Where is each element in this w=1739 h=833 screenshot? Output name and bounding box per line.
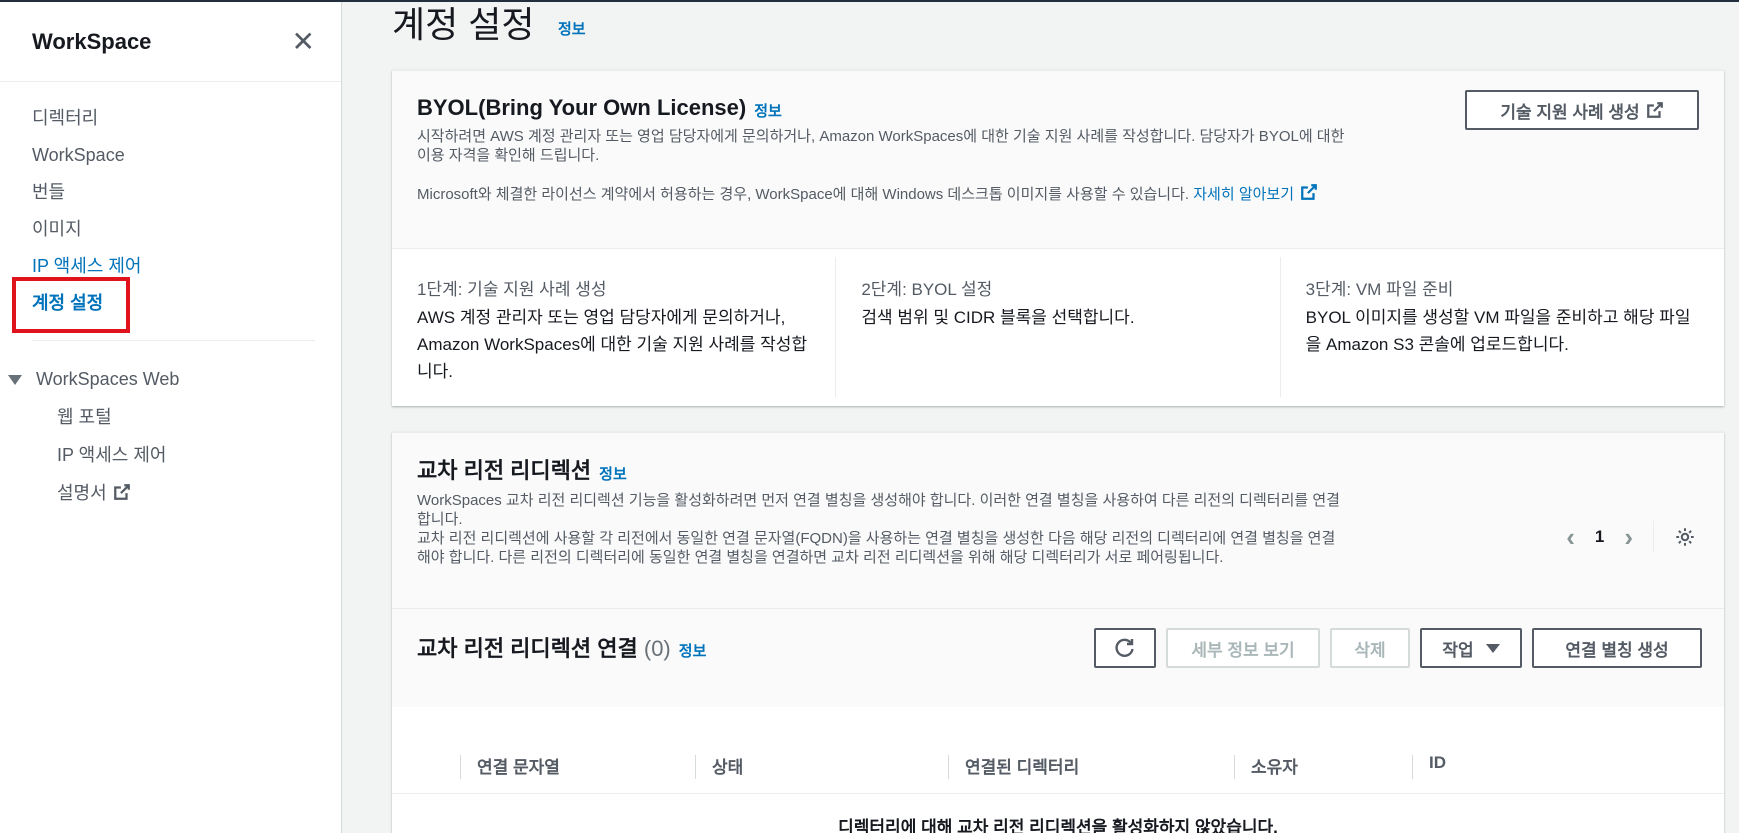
sidebar-title[interactable]: WorkSpace — [32, 29, 151, 55]
page-title: 계정 설정 — [392, 4, 535, 45]
byol-header: BYOL(Bring Your Own License) 정보 시작하려면 AWS… — [392, 71, 1724, 249]
pagination: ‹ 1 › — [1566, 521, 1696, 553]
step-3: 3단계: VM 파일 준비 BYOL 이미지를 생성할 VM 파일을 준비하고 … — [1281, 257, 1724, 397]
byol-card: BYOL(Bring Your Own License) 정보 시작하려면 AWS… — [392, 70, 1724, 406]
create-connection-alias-button[interactable]: 연결 별칭 생성 — [1532, 628, 1702, 668]
redirect-desc-2: 교차 리전 리디렉션에 사용할 각 리전에서 동일한 연결 문자열(FQDN)을… — [417, 530, 1336, 566]
actions-dropdown[interactable]: 작업 — [1420, 628, 1522, 668]
documentation-label: 설명서 — [57, 483, 107, 503]
redirect-title: 교차 리전 리디렉션 — [417, 458, 592, 483]
column-status[interactable]: 상태 — [687, 753, 743, 778]
connections-info-link[interactable]: 정보 — [679, 643, 707, 660]
sidebar-item-workspace[interactable]: WorkSpace — [0, 137, 341, 174]
column-owner[interactable]: 소유자 — [1226, 753, 1298, 778]
table-header: 연결 문자열 상태 연결된 디렉터리 소유자 ID — [392, 745, 1724, 785]
chevron-right-icon[interactable]: › — [1624, 522, 1633, 553]
connections-count: (0) — [643, 636, 671, 661]
current-page[interactable]: 1 — [1595, 527, 1604, 547]
sidebar-section-label: WorkSpaces Web — [36, 369, 180, 389]
delete-button[interactable]: 삭제 — [1330, 628, 1410, 668]
actions-label: 작업 — [1442, 640, 1474, 660]
redirect-description: WorkSpaces 교차 리전 리디렉션 기능을 활성화하려면 먼저 연결 별… — [417, 491, 1347, 567]
sidebar-item-web-ip-access-control[interactable]: IP 액세스 제어 — [0, 436, 341, 474]
byol-desc-1: 시작하려면 AWS 계정 관리자 또는 영업 담당자에게 문의하거나, Amaz… — [417, 128, 1345, 165]
caret-down-icon — [8, 374, 22, 385]
byol-info-link[interactable]: 정보 — [754, 103, 782, 120]
column-connection-string[interactable]: 연결 문자열 — [452, 753, 560, 778]
sidebar-item-bundles[interactable]: 번들 — [0, 174, 341, 211]
byol-desc-2: Microsoft와 체결한 라이선스 계약에서 허용하는 경우, WorkSp… — [417, 183, 1347, 204]
byol-title: BYOL(Bring Your Own License) — [417, 95, 747, 120]
column-associated-directory[interactable]: 연결된 디렉터리 — [940, 753, 1079, 778]
byol-description: 시작하려면 AWS 계정 관리자 또는 영업 담당자에게 문의하거나, Amaz… — [417, 127, 1347, 204]
connections-header: 교차 리전 리디렉션 연결 (0) 정보 세부 정보 보기 삭제 작업 연결 별칭… — [392, 609, 1724, 707]
connections-toolbar: 세부 정보 보기 삭제 작업 연결 별칭 생성 — [1094, 628, 1702, 668]
learn-more-label: 자세히 알아보기 — [1193, 186, 1295, 204]
sidebar-item-directories[interactable]: 디렉터리 — [0, 100, 341, 137]
support-button-label: 기술 지원 사례 생성 — [1500, 102, 1640, 122]
highlight-box — [12, 277, 130, 333]
step-1: 1단계: 기술 지원 사례 생성 AWS 계정 관리자 또는 영업 담당자에게 … — [392, 257, 837, 397]
page-info-link[interactable]: 정보 — [558, 18, 586, 39]
learn-more-link[interactable]: 자세히 알아보기 — [1193, 184, 1318, 204]
step-label: 2단계: BYOL 설정 — [861, 280, 993, 299]
main-content: 계정 설정 정보 BYOL(Bring Your Own License) 정보 … — [342, 2, 1739, 833]
refresh-button[interactable] — [1094, 628, 1156, 668]
chevron-left-icon[interactable]: ‹ — [1566, 522, 1575, 553]
sidebar-item-documentation[interactable]: 설명서 — [0, 474, 341, 512]
sidebar-item-web-portal[interactable]: 웹 포털 — [0, 398, 341, 436]
byol-steps: 1단계: 기술 지원 사례 생성 AWS 계정 관리자 또는 영업 담당자에게 … — [392, 249, 1724, 407]
refresh-icon — [1115, 638, 1134, 657]
redirect-desc-1: WorkSpaces 교차 리전 리디렉션 기능을 활성화하려면 먼저 연결 별… — [417, 492, 1340, 528]
view-details-button[interactable]: 세부 정보 보기 — [1166, 628, 1320, 668]
step-text: BYOL 이미지를 생성할 VM 파일을 준비하고 해당 파일을 Amazon … — [1305, 308, 1691, 354]
step-2: 2단계: BYOL 설정 검색 범위 및 CIDR 블록을 선택합니다. — [836, 257, 1281, 397]
redirect-header: 교차 리전 리디렉션 정보 WorkSpaces 교차 리전 리디렉션 기능을 활… — [392, 433, 1724, 609]
step-text: AWS 계정 관리자 또는 영업 담당자에게 문의하거나, Amazon Wor… — [417, 308, 808, 381]
step-label: 3단계: VM 파일 준비 — [1305, 280, 1454, 299]
close-icon[interactable]: ✕ — [292, 27, 315, 56]
table-divider — [392, 793, 1724, 794]
step-text: 검색 범위 및 CIDR 블록을 선택합니다. — [861, 308, 1135, 327]
step-label: 1단계: 기술 지원 사례 생성 — [417, 280, 607, 299]
pagination-divider — [1653, 521, 1654, 553]
sidebar-divider — [32, 340, 315, 341]
external-link-icon — [1646, 102, 1663, 118]
empty-state-message: 디렉터리에 대해 교차 리전 리디렉션을 활성화하지 않았습니다. — [838, 818, 1278, 833]
gear-icon[interactable] — [1674, 526, 1696, 548]
column-id[interactable]: ID — [1404, 753, 1446, 773]
connections-title: 교차 리전 리디렉션 연결 — [417, 636, 638, 661]
sidebar-section-workspaces-web[interactable]: WorkSpaces Web — [0, 361, 341, 398]
connections-title-row: 교차 리전 리디렉션 연결 (0) 정보 — [417, 631, 706, 663]
sidebar-item-images[interactable]: 이미지 — [0, 211, 341, 248]
external-link-icon — [1301, 184, 1317, 201]
side-navigation: WorkSpace ✕ 디렉터리 WorkSpace 번들 이미지 IP 액세스… — [0, 2, 342, 833]
redirect-info-link[interactable]: 정보 — [599, 466, 627, 483]
cross-region-redirection-card: 교차 리전 리디렉션 정보 WorkSpaces 교차 리전 리디렉션 기능을 활… — [392, 432, 1724, 833]
byol-desc-2-text: Microsoft와 체결한 라이선스 계약에서 허용하는 경우, WorkSp… — [417, 186, 1190, 204]
external-link-icon — [113, 484, 130, 500]
caret-down-icon — [1485, 643, 1500, 653]
create-support-case-button[interactable]: 기술 지원 사례 생성 — [1465, 90, 1699, 130]
sidebar-header: WorkSpace ✕ — [0, 2, 341, 82]
